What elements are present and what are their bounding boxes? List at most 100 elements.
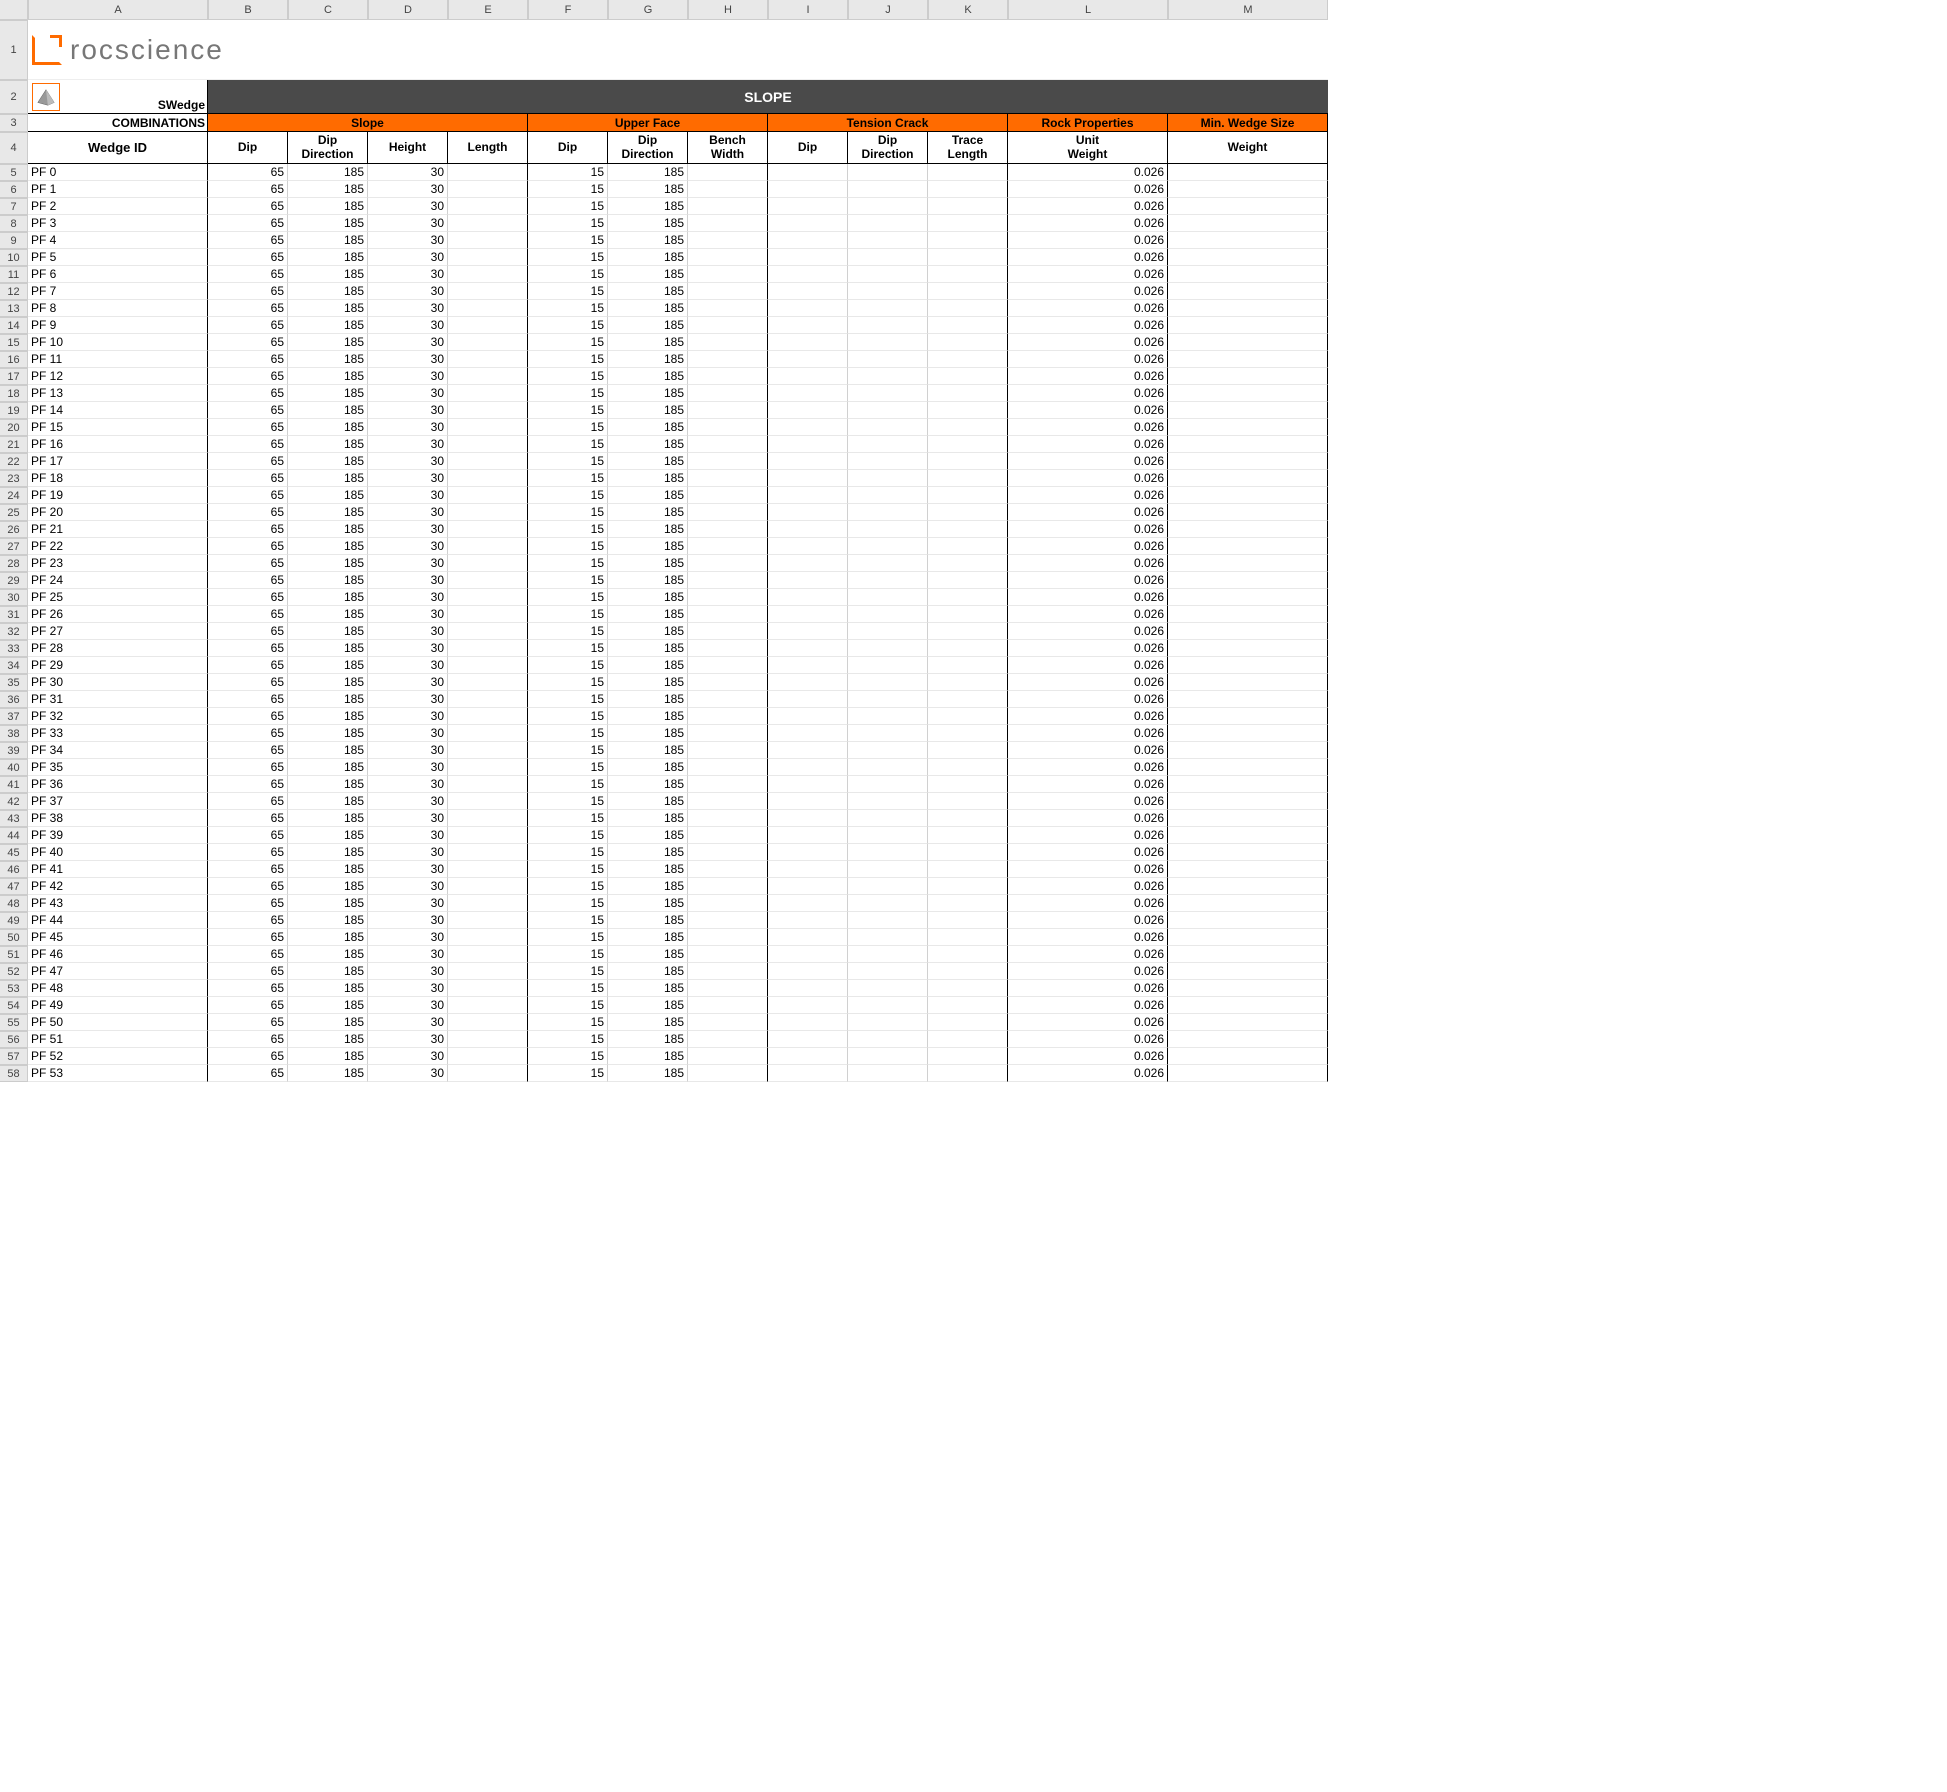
data-cell[interactable]: 65: [208, 368, 288, 385]
data-cell[interactable]: [688, 453, 768, 470]
data-cell[interactable]: [448, 725, 528, 742]
data-cell[interactable]: 65: [208, 1014, 288, 1031]
data-cell[interactable]: [448, 402, 528, 419]
data-cell[interactable]: 185: [288, 470, 368, 487]
data-cell[interactable]: [768, 368, 848, 385]
column-header-A[interactable]: A: [28, 0, 208, 20]
wedge-id-cell[interactable]: PF 17: [28, 453, 208, 470]
data-cell[interactable]: [768, 810, 848, 827]
data-cell[interactable]: 65: [208, 453, 288, 470]
data-cell[interactable]: 30: [368, 980, 448, 997]
data-cell[interactable]: 185: [288, 793, 368, 810]
data-cell[interactable]: [1168, 657, 1328, 674]
data-cell[interactable]: 185: [288, 929, 368, 946]
data-cell[interactable]: [928, 283, 1008, 300]
data-cell[interactable]: [928, 929, 1008, 946]
wedge-id-cell[interactable]: PF 0: [28, 164, 208, 181]
data-cell[interactable]: 0.026: [1008, 232, 1168, 249]
data-cell[interactable]: [928, 198, 1008, 215]
row-header-3[interactable]: 3: [0, 114, 28, 132]
data-cell[interactable]: 30: [368, 300, 448, 317]
data-cell[interactable]: [1168, 844, 1328, 861]
data-cell[interactable]: [768, 589, 848, 606]
data-cell[interactable]: [448, 334, 528, 351]
data-cell[interactable]: [848, 742, 928, 759]
data-cell[interactable]: [448, 317, 528, 334]
data-cell[interactable]: 0.026: [1008, 1014, 1168, 1031]
data-cell[interactable]: 185: [608, 470, 688, 487]
data-cell[interactable]: [448, 300, 528, 317]
wedge-id-cell[interactable]: PF 35: [28, 759, 208, 776]
data-cell[interactable]: [1168, 385, 1328, 402]
data-cell[interactable]: [448, 929, 528, 946]
data-cell[interactable]: 65: [208, 861, 288, 878]
row-header-48[interactable]: 48: [0, 895, 28, 912]
data-cell[interactable]: [928, 555, 1008, 572]
data-cell[interactable]: [448, 963, 528, 980]
data-cell[interactable]: [928, 640, 1008, 657]
column-header-B[interactable]: B: [208, 0, 288, 20]
data-cell[interactable]: 185: [608, 1014, 688, 1031]
data-cell[interactable]: 65: [208, 946, 288, 963]
data-cell[interactable]: [448, 759, 528, 776]
data-cell[interactable]: [688, 810, 768, 827]
data-cell[interactable]: [848, 674, 928, 691]
data-cell[interactable]: 30: [368, 878, 448, 895]
data-cell[interactable]: [848, 844, 928, 861]
data-cell[interactable]: [848, 164, 928, 181]
row-header-40[interactable]: 40: [0, 759, 28, 776]
data-cell[interactable]: [848, 317, 928, 334]
data-cell[interactable]: [448, 1014, 528, 1031]
data-cell[interactable]: [1168, 470, 1328, 487]
data-cell[interactable]: [448, 181, 528, 198]
row-header-25[interactable]: 25: [0, 504, 28, 521]
data-cell[interactable]: 185: [288, 708, 368, 725]
data-cell[interactable]: [1168, 980, 1328, 997]
data-cell[interactable]: [688, 1048, 768, 1065]
data-cell[interactable]: [848, 946, 928, 963]
data-cell[interactable]: 65: [208, 640, 288, 657]
wedge-id-cell[interactable]: PF 13: [28, 385, 208, 402]
data-cell[interactable]: 15: [528, 436, 608, 453]
data-cell[interactable]: [448, 266, 528, 283]
data-cell[interactable]: 65: [208, 827, 288, 844]
data-cell[interactable]: 185: [288, 215, 368, 232]
data-cell[interactable]: 15: [528, 521, 608, 538]
data-cell[interactable]: [848, 861, 928, 878]
data-cell[interactable]: 185: [608, 640, 688, 657]
data-cell[interactable]: [688, 317, 768, 334]
data-cell[interactable]: 30: [368, 470, 448, 487]
data-cell[interactable]: 185: [608, 946, 688, 963]
row-header-11[interactable]: 11: [0, 266, 28, 283]
row-header-12[interactable]: 12: [0, 283, 28, 300]
data-cell[interactable]: [688, 946, 768, 963]
data-cell[interactable]: [848, 1048, 928, 1065]
data-cell[interactable]: 185: [608, 759, 688, 776]
data-cell[interactable]: [768, 385, 848, 402]
data-cell[interactable]: 15: [528, 827, 608, 844]
row-header-34[interactable]: 34: [0, 657, 28, 674]
data-cell[interactable]: 185: [288, 1065, 368, 1082]
data-cell[interactable]: 15: [528, 980, 608, 997]
data-cell[interactable]: 15: [528, 164, 608, 181]
data-cell[interactable]: [448, 487, 528, 504]
wedge-id-cell[interactable]: PF 19: [28, 487, 208, 504]
wedge-id-cell[interactable]: PF 25: [28, 589, 208, 606]
data-cell[interactable]: [448, 368, 528, 385]
data-cell[interactable]: 0.026: [1008, 470, 1168, 487]
data-cell[interactable]: 185: [608, 691, 688, 708]
data-cell[interactable]: [928, 419, 1008, 436]
data-cell[interactable]: 30: [368, 963, 448, 980]
data-cell[interactable]: [848, 708, 928, 725]
row-header-58[interactable]: 58: [0, 1065, 28, 1082]
data-cell[interactable]: [768, 776, 848, 793]
data-cell[interactable]: 185: [608, 487, 688, 504]
data-cell[interactable]: 185: [288, 759, 368, 776]
data-cell[interactable]: 185: [288, 334, 368, 351]
data-cell[interactable]: [1168, 368, 1328, 385]
data-cell[interactable]: [448, 436, 528, 453]
data-cell[interactable]: 15: [528, 504, 608, 521]
data-cell[interactable]: 65: [208, 606, 288, 623]
data-cell[interactable]: 65: [208, 980, 288, 997]
data-cell[interactable]: 30: [368, 164, 448, 181]
